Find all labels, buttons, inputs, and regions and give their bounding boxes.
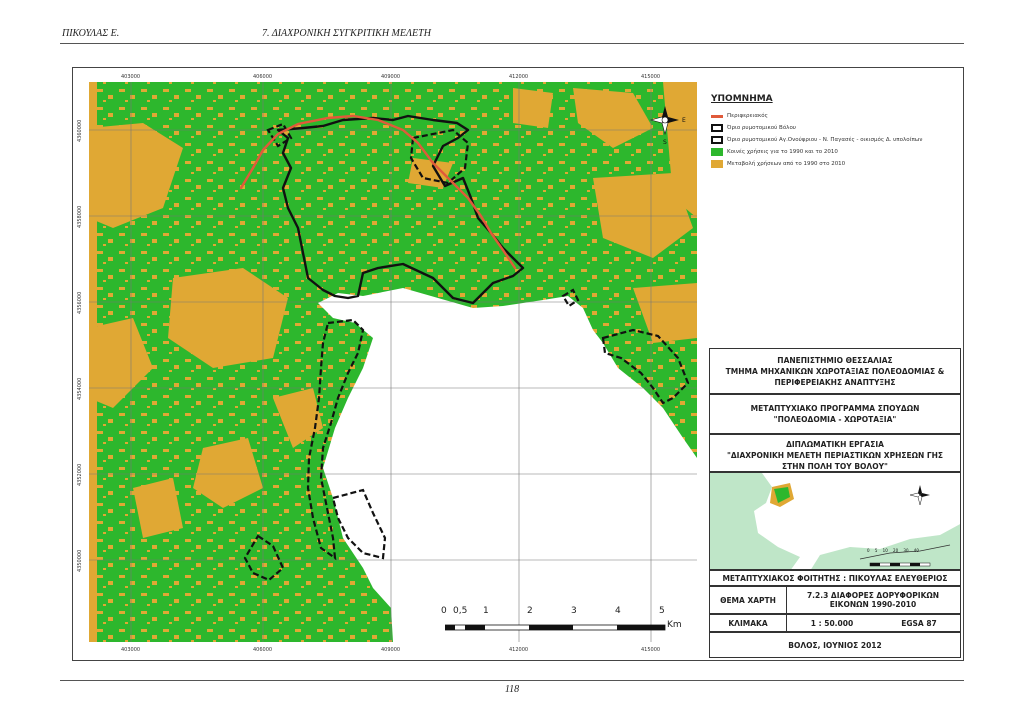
y-tick: 4358000 xyxy=(77,205,83,228)
x-tick-bottom: 415000 xyxy=(641,647,661,653)
y-tick: 4354000 xyxy=(77,377,83,400)
scale-label: 0 xyxy=(441,606,447,616)
scale-label: 0,5 xyxy=(453,606,468,616)
page-number: 118 xyxy=(504,684,520,695)
scale-label: 5 xyxy=(659,606,665,616)
legend-item-unchanged: Κοινές χρήσεις για το 1990 και το 2010 xyxy=(711,146,961,158)
title-block-student: ΜΕΤΑΠΤΥΧΙΑΚΟΣ ΦΟΙΤΗΤΗΣ : ΠΙΚΟΥΛΑΣ ΕΛΕΥΘΕ… xyxy=(709,570,961,586)
scale-label: 4 xyxy=(615,606,621,616)
title-block-university: ΠΑΝΕΠΙΣΤΗΜΙΟ ΘΕΣΣΑΛΙΑΣ ΤΜΗΜΑ ΜΗΧΑΝΙΚΩΝ Χ… xyxy=(709,348,961,394)
title-block-scale: ΚΛΙΜΑΚΑ 1 : 50.000 EGSA 87 xyxy=(709,614,961,632)
legend-title: ΥΠΟΜΝΗΜΑ xyxy=(711,94,773,104)
title-block-thesis: ΔΙΠΛΩΜΑΤΙΚΗ ΕΡΓΑΣΙΑ "ΔΙΑΧΡΟΝΙΚΗ ΜΕΛΕΤΗ Π… xyxy=(709,434,961,472)
dashed-boundary-icon xyxy=(711,136,723,144)
x-tick-bottom: 403000 xyxy=(121,647,141,653)
footer-divider xyxy=(60,680,964,681)
legend-item-ring-road: Περιφερειακός xyxy=(711,110,961,122)
scale-label: 1 xyxy=(483,606,489,616)
x-tick-top: 412000 xyxy=(509,74,529,80)
x-tick-bottom: 412000 xyxy=(509,647,529,653)
compass-label-s: S xyxy=(663,139,667,146)
header-divider xyxy=(60,43,964,44)
red-line-icon xyxy=(711,114,723,118)
scale-label: 2 xyxy=(527,606,533,616)
x-tick-top: 406000 xyxy=(253,74,273,80)
x-tick-bottom: 406000 xyxy=(253,647,273,653)
x-tick-bottom: 409000 xyxy=(381,647,401,653)
map-sheet: E S 403000 406000 409000 412000 415000 4… xyxy=(72,67,964,661)
inset-map xyxy=(709,472,961,570)
black-boundary-icon xyxy=(711,124,723,132)
orange-fill-icon xyxy=(711,160,723,168)
title-block-place-date: ΒΟΛΟΣ, ΙΟΥΝΙΟΣ 2012 xyxy=(709,632,961,658)
legend-item-volos-boundary: Όριο ρυμοτομικού Βόλου xyxy=(711,122,961,134)
y-tick: 4350000 xyxy=(77,549,83,572)
x-tick-top: 415000 xyxy=(641,74,661,80)
inset-scale-labels: 0 5 10 20 30 40 xyxy=(867,548,919,553)
scale-bar xyxy=(444,620,675,631)
legend-item-changed: Μεταβολή χρήσεων από το 1990 στο 2010 xyxy=(711,158,961,170)
inset-map-graphic xyxy=(710,473,960,569)
title-block-program: ΜΕΤΑΠΤΥΧΙΑΚΟ ΠΡΟΓΡΑΜΜΑ ΣΠΟΥΔΩΝ "ΠΟΛΕΟΔΟΜ… xyxy=(709,394,961,434)
scale-unit: Km xyxy=(667,620,682,630)
legend-item-settlement-boundary: Όριο ρυμοτομικού Αγ.Ονούφριου - Ν. Παγασ… xyxy=(711,134,961,146)
header-chapter: 7. ΔΙΑΧΡΟΝΙΚΗ ΣΥΓΚΡΙΤΙΚΗ ΜΕΛΕΤΗ xyxy=(262,28,431,39)
compass-label-e: E xyxy=(682,117,686,124)
scale-label: 3 xyxy=(571,606,577,616)
title-block-map-theme: ΘΕΜΑ ΧΑΡΤΗ 7.2.3 ΔΙΑΦΟΡΕΣ ΔΟΡΥΦΟΡΙΚΩΝ ΕΙ… xyxy=(709,586,961,614)
green-fill-icon xyxy=(711,148,723,156)
header-author: ΠΙΚΟΥΛΑΣ Ε. xyxy=(62,28,120,39)
y-tick: 4352000 xyxy=(77,463,83,486)
legend: ΥΠΟΜΝΗΜΑ Περιφερειακός Όριο ρυμοτομικού … xyxy=(705,90,961,200)
x-tick-top: 409000 xyxy=(381,74,401,80)
y-tick: 4356000 xyxy=(77,291,83,314)
x-tick-top: 403000 xyxy=(121,74,141,80)
y-tick: 4360000 xyxy=(77,119,83,142)
inset-scale-bar xyxy=(869,562,931,567)
